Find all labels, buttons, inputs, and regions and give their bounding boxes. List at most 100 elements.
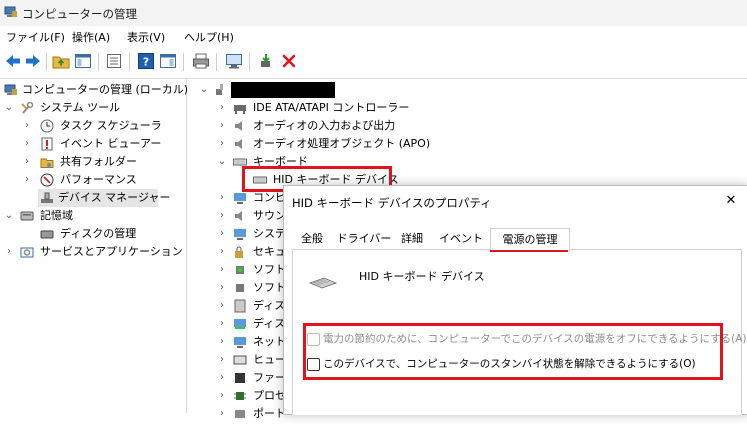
uninstall-x-icon[interactable]	[280, 52, 298, 70]
action-pane-icon[interactable]	[159, 52, 177, 70]
tab-details[interactable]: 詳細	[392, 228, 432, 250]
tree-item-services-apps[interactable]: › サービスとアプリケーション	[2, 243, 186, 261]
device-category-audio-io[interactable]: › オーディオの入力および出力	[187, 117, 747, 135]
device-category-partial[interactable]: › システ	[187, 225, 287, 243]
chevron-right-icon[interactable]: ›	[22, 171, 32, 189]
event-viewer-icon	[40, 137, 54, 151]
chevron-down-icon[interactable]: ⌄	[4, 207, 14, 225]
device-category-partial[interactable]: › ネット	[187, 333, 287, 351]
forward-arrow-icon[interactable]	[24, 52, 42, 70]
tree-item-disk-management[interactable]: ディスクの管理	[2, 225, 186, 243]
disk-icon	[40, 227, 54, 241]
services-icon	[20, 245, 34, 259]
tab-events[interactable]: イベント	[434, 228, 488, 250]
toolbar-separator	[98, 53, 99, 71]
device-category-partial[interactable]: › サウン	[187, 207, 287, 225]
chevron-right-icon[interactable]: ›	[217, 351, 227, 369]
chevron-right-icon[interactable]: ›	[217, 243, 227, 261]
device-category-partial[interactable]: › ディスク	[187, 297, 296, 315]
tree-item-label: イベント ビューアー	[60, 137, 162, 150]
chevron-down-icon[interactable]: ⌄	[4, 99, 14, 117]
device-category-partial[interactable]: › コンピ	[187, 189, 287, 207]
monitor-icon[interactable]	[225, 52, 243, 70]
chevron-right-icon[interactable]: ›	[217, 297, 227, 315]
tab-power-management[interactable]: 電源の管理	[490, 228, 570, 251]
device-category-partial[interactable]: › ディス	[187, 315, 287, 333]
device-name: HID キーボード デバイス	[359, 270, 485, 283]
chevron-right-icon[interactable]: ›	[217, 225, 227, 243]
tab-driver[interactable]: ドライバー	[336, 228, 392, 250]
chevron-right-icon[interactable]: ›	[217, 135, 227, 153]
performance-icon	[40, 173, 54, 187]
update-driver-icon[interactable]	[258, 52, 276, 70]
chevron-right-icon[interactable]: ›	[22, 153, 32, 171]
tab-general[interactable]: 全般	[292, 228, 332, 250]
device-category-partial[interactable]: › プロセ	[187, 387, 287, 405]
toolbar-separator	[249, 53, 250, 71]
menu-help[interactable]: ヘルプ(H)	[184, 29, 234, 45]
chevron-right-icon[interactable]: ›	[217, 189, 227, 207]
toolbar-separator	[216, 53, 217, 71]
help-icon[interactable]: ?	[137, 52, 155, 70]
tree-item-label: コンピューターの管理 (ローカル)	[22, 83, 189, 96]
device-category-apo[interactable]: › オーディオ処理オブジェクト (APO)	[187, 135, 747, 153]
chevron-right-icon[interactable]: ›	[217, 117, 227, 135]
tree-item-task-scheduler[interactable]: › タスク スケジューラ	[2, 117, 186, 135]
chevron-right-icon[interactable]: ›	[217, 333, 227, 351]
device-category-partial[interactable]: › ソフトウ	[187, 279, 297, 297]
device-manager-icon	[40, 191, 54, 205]
device-category-partial[interactable]: › セキュ	[187, 243, 287, 261]
chevron-right-icon[interactable]: ›	[22, 135, 32, 153]
chevron-right-icon[interactable]: ›	[4, 243, 14, 261]
software-component-icon	[233, 263, 247, 277]
device-category-partial[interactable]: › ヒューマ	[187, 351, 297, 369]
power-management-panel: HID キーボード デバイス 電力の節約のために、コンピューターでこのデバイスの…	[292, 249, 747, 415]
device-category-partial[interactable]: › ファーム	[187, 369, 297, 387]
tree-item-root[interactable]: コンピューターの管理 (ローカル)	[2, 81, 189, 99]
back-arrow-icon[interactable]	[4, 52, 22, 70]
network-adapter-icon	[233, 335, 247, 349]
firmware-icon	[233, 371, 247, 385]
hid-icon	[233, 353, 247, 367]
tree-item-event-viewer[interactable]: › イベント ビューアー	[2, 135, 186, 153]
device-category-partial[interactable]: › ソフトウ	[187, 261, 297, 279]
device-label: セキュ	[253, 245, 286, 258]
menu-file[interactable]: ファイル(F)	[6, 29, 65, 45]
chevron-down-icon[interactable]: ⌄	[199, 81, 209, 99]
up-folder-icon[interactable]	[52, 52, 70, 70]
device-label: ディス	[253, 317, 286, 330]
device-category-partial[interactable]: › ポート	[187, 405, 287, 423]
menu-view[interactable]: 表示(V)	[127, 29, 165, 45]
list-view-icon[interactable]	[105, 52, 123, 70]
device-label: プロセ	[253, 389, 286, 402]
console-tree-icon[interactable]	[74, 52, 92, 70]
chevron-right-icon[interactable]: ›	[217, 261, 227, 279]
device-tree-root[interactable]: ⌄	[187, 81, 747, 99]
tree-item-device-manager[interactable]: デバイス マネージャー	[38, 189, 170, 207]
toolbar-separator	[129, 53, 130, 71]
tree-item-system-tools[interactable]: ⌄ システム ツール	[2, 99, 186, 117]
menu-action[interactable]: 操作(A)	[72, 29, 110, 45]
chevron-right-icon[interactable]: ›	[217, 369, 227, 387]
tree-item-shared-folders[interactable]: › 共有フォルダー	[2, 153, 186, 171]
print-icon[interactable]	[192, 52, 210, 70]
chevron-right-icon[interactable]: ›	[217, 207, 227, 225]
close-button[interactable]: ✕	[722, 192, 740, 210]
device-category-ide[interactable]: › IDE ATA/ATAPI コントローラー	[187, 99, 747, 117]
tree-item-storage[interactable]: ⌄ 記憶域	[2, 207, 186, 225]
computer-management-icon	[4, 5, 18, 19]
chevron-right-icon[interactable]: ›	[217, 405, 227, 423]
chevron-right-icon[interactable]: ›	[217, 279, 227, 297]
tree-item-label: デバイス マネージャー	[58, 191, 171, 204]
chevron-right-icon[interactable]: ›	[217, 387, 227, 405]
chevron-right-icon[interactable]: ›	[22, 117, 32, 135]
shared-folder-icon	[40, 155, 54, 169]
chevron-right-icon[interactable]: ›	[217, 99, 227, 117]
chevron-right-icon[interactable]: ›	[217, 315, 227, 333]
chevron-down-icon[interactable]: ⌄	[217, 153, 227, 171]
tree-item-performance[interactable]: › パフォーマンス	[2, 171, 186, 189]
toolbar: ?	[0, 46, 747, 79]
display-adapter-icon	[233, 317, 247, 331]
properties-dialog: HID キーボード デバイスのプロパティ ✕ 全般 ドライバー 詳細 イベント …	[283, 185, 747, 415]
keyboard-icon	[308, 274, 338, 292]
